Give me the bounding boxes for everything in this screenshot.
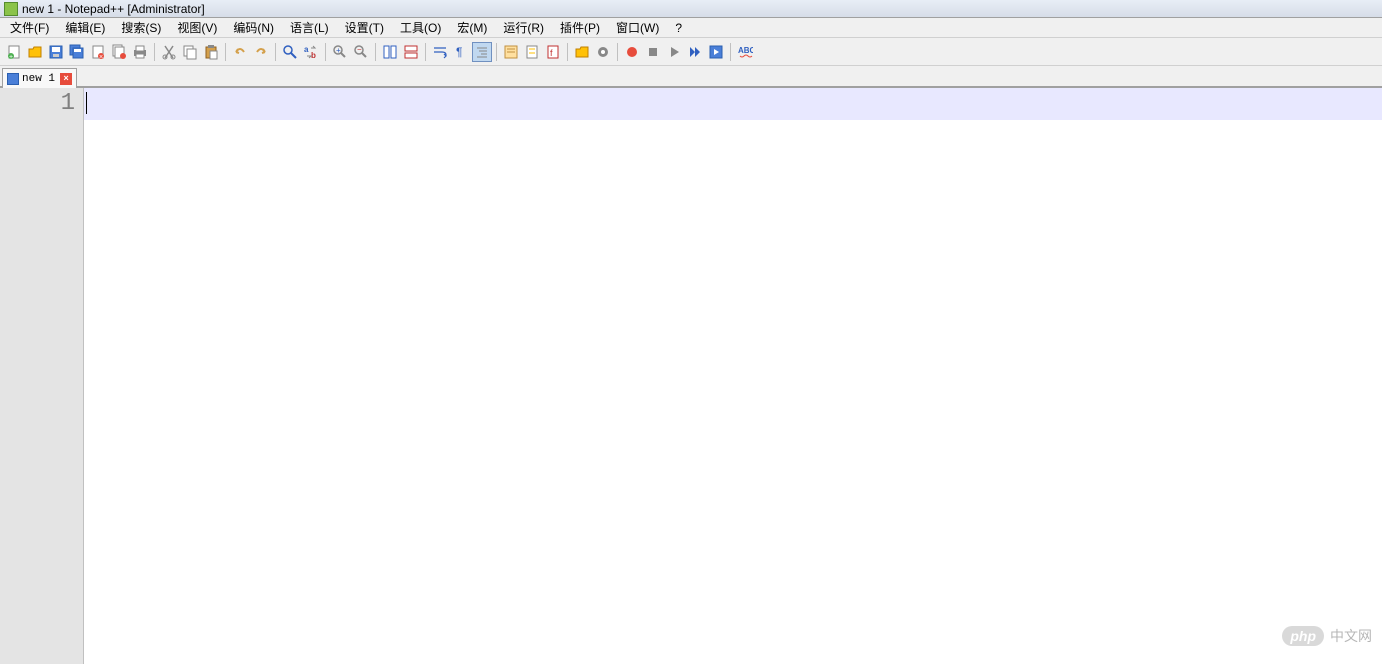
menu-plugins[interactable]: 插件(P)	[552, 17, 608, 38]
redo-button[interactable]	[251, 42, 271, 62]
word-wrap-button[interactable]	[430, 42, 450, 62]
editor-container: 1	[0, 88, 1382, 664]
svg-text:a: a	[304, 45, 309, 54]
svg-text:ABC: ABC	[738, 46, 753, 55]
file-icon	[7, 73, 19, 85]
indent-guide-button[interactable]	[472, 42, 492, 62]
play-macro-button[interactable]	[664, 42, 684, 62]
zoom-in-button[interactable]: +	[330, 42, 350, 62]
tab-close-button[interactable]: ×	[60, 73, 72, 85]
editor-line[interactable]	[84, 88, 1382, 120]
find-button[interactable]	[280, 42, 300, 62]
watermark: php 中文网	[1282, 626, 1372, 646]
toolbar: + × ab + − ¶ f ABC	[0, 38, 1382, 66]
copy-button[interactable]	[180, 42, 200, 62]
new-file-button[interactable]: +	[4, 42, 24, 62]
toolbar-separator	[275, 43, 276, 61]
svg-text:+: +	[9, 54, 13, 60]
print-button[interactable]	[130, 42, 150, 62]
svg-text:¶: ¶	[456, 45, 462, 59]
close-button[interactable]: ×	[88, 42, 108, 62]
text-editor[interactable]	[84, 88, 1382, 664]
tab-label: new 1	[22, 73, 55, 85]
close-all-button[interactable]	[109, 42, 129, 62]
menubar: 文件(F) 编辑(E) 搜索(S) 视图(V) 编码(N) 语言(L) 设置(T…	[0, 18, 1382, 38]
line-number-gutter: 1	[0, 88, 84, 664]
show-all-chars-button[interactable]: ¶	[451, 42, 471, 62]
watermark-text: 中文网	[1330, 626, 1372, 646]
watermark-badge: php	[1282, 626, 1324, 646]
folder-workspace-button[interactable]	[572, 42, 592, 62]
toolbar-separator	[730, 43, 731, 61]
replace-button[interactable]: ab	[301, 42, 321, 62]
paste-button[interactable]	[201, 42, 221, 62]
svg-text:+: +	[336, 46, 341, 55]
record-macro-button[interactable]	[622, 42, 642, 62]
sync-vertical-button[interactable]	[380, 42, 400, 62]
svg-text:×: ×	[99, 54, 103, 60]
open-file-button[interactable]	[25, 42, 45, 62]
toolbar-separator	[496, 43, 497, 61]
sync-horizontal-button[interactable]	[401, 42, 421, 62]
menu-help[interactable]: ?	[667, 19, 690, 37]
menu-tools[interactable]: 工具(O)	[392, 17, 449, 38]
save-button[interactable]	[46, 42, 66, 62]
toolbar-separator	[325, 43, 326, 61]
toolbar-separator	[375, 43, 376, 61]
fast-forward-button[interactable]	[685, 42, 705, 62]
tab-new-1[interactable]: new 1 ×	[2, 68, 77, 88]
spell-check-button[interactable]: ABC	[735, 42, 755, 62]
menu-settings[interactable]: 设置(T)	[337, 17, 392, 38]
cut-button[interactable]	[159, 42, 179, 62]
toolbar-separator	[225, 43, 226, 61]
menu-encoding[interactable]: 编码(N)	[225, 17, 282, 38]
toolbar-separator	[425, 43, 426, 61]
titlebar: new 1 - Notepad++ [Administrator]	[0, 0, 1382, 18]
menu-edit[interactable]: 编辑(E)	[57, 17, 113, 38]
svg-text:−: −	[357, 45, 362, 54]
line-number: 1	[0, 90, 75, 117]
menu-view[interactable]: 视图(V)	[169, 17, 225, 38]
save-macro-button[interactable]	[706, 42, 726, 62]
menu-macro[interactable]: 宏(M)	[449, 17, 495, 38]
text-cursor	[86, 92, 87, 114]
app-icon	[4, 2, 18, 16]
window-title: new 1 - Notepad++ [Administrator]	[22, 2, 205, 16]
menu-run[interactable]: 运行(R)	[495, 17, 552, 38]
menu-file[interactable]: 文件(F)	[2, 17, 57, 38]
undo-button[interactable]	[230, 42, 250, 62]
save-all-button[interactable]	[67, 42, 87, 62]
tabbar: new 1 ×	[0, 66, 1382, 88]
function-list-button[interactable]: f	[543, 42, 563, 62]
menu-search[interactable]: 搜索(S)	[113, 17, 169, 38]
menu-language[interactable]: 语言(L)	[282, 17, 337, 38]
toolbar-separator	[567, 43, 568, 61]
zoom-out-button[interactable]: −	[351, 42, 371, 62]
doc-map-button[interactable]	[522, 42, 542, 62]
toolbar-separator	[617, 43, 618, 61]
user-define-button[interactable]	[501, 42, 521, 62]
menu-window[interactable]: 窗口(W)	[608, 17, 667, 38]
toolbar-separator	[154, 43, 155, 61]
stop-macro-button[interactable]	[643, 42, 663, 62]
monitor-button[interactable]	[593, 42, 613, 62]
